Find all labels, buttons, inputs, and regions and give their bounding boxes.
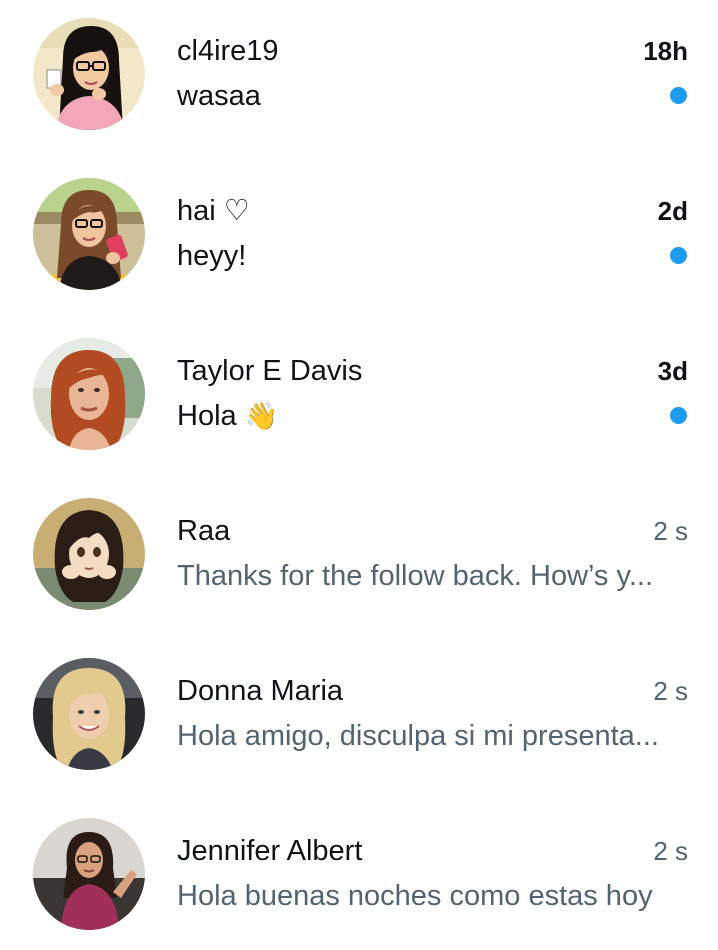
conversation-item-raa[interactable]: Raa 2 s Thanks for the follow back. How’… xyxy=(0,480,718,630)
conversation-name: Donna Maria xyxy=(177,675,344,707)
conversation-item-cl4ire19[interactable]: cl4ire19 18h wasaa xyxy=(0,0,718,150)
conversation-time: 2 s xyxy=(653,516,688,546)
conversation-name: Jennifer Albert xyxy=(177,835,363,867)
conversation-preview: Hola buenas noches como estas hoy xyxy=(177,880,653,912)
conversation-name: hai ♡ xyxy=(177,195,250,227)
conversation-name: cl4ire19 xyxy=(177,35,279,67)
conversation-item-donna-maria[interactable]: Donna Maria 2 s Hola amigo, disculpa si … xyxy=(0,640,718,790)
conversation-time: 18h xyxy=(643,36,688,66)
conversation-name: Raa xyxy=(177,515,231,547)
conversation-time: 2 s xyxy=(653,676,688,706)
conversation-item-taylor-e-davis[interactable]: Taylor E Davis 3d Hola 👋 xyxy=(0,320,718,470)
conversation-time: 2d xyxy=(657,196,688,226)
conversation-name: Taylor E Davis xyxy=(177,355,363,387)
conversation-preview: Hola 👋 xyxy=(177,397,687,435)
waving-hand-icon: 👋 xyxy=(244,401,279,431)
avatar[interactable] xyxy=(33,18,145,130)
conversation-time: 3d xyxy=(657,356,688,386)
unread-dot-icon xyxy=(670,87,687,104)
conversation-item-jennifer-albert[interactable]: Jennifer Albert 2 s Hola buenas noches c… xyxy=(0,800,718,950)
conversation-time: 2 s xyxy=(653,836,688,866)
conversation-preview: heyy! xyxy=(177,240,247,272)
conversation-list: cl4ire19 18h wasaa hai ♡ 2d heyy! Taylor… xyxy=(0,0,718,939)
unread-dot-icon xyxy=(670,247,687,264)
conversation-preview: wasaa xyxy=(177,80,261,112)
conversation-preview: Hola amigo, disculpa si mi presenta... xyxy=(177,720,659,752)
avatar[interactable] xyxy=(33,498,145,610)
avatar[interactable] xyxy=(33,658,145,770)
avatar[interactable] xyxy=(33,178,145,290)
avatar[interactable] xyxy=(33,338,145,450)
unread-dot-icon xyxy=(670,407,687,424)
preview-text: Hola xyxy=(177,400,237,432)
avatar[interactable] xyxy=(33,818,145,930)
conversation-item-hai[interactable]: hai ♡ 2d heyy! xyxy=(0,160,718,310)
conversation-preview: Thanks for the follow back. How’s y... xyxy=(177,560,654,592)
